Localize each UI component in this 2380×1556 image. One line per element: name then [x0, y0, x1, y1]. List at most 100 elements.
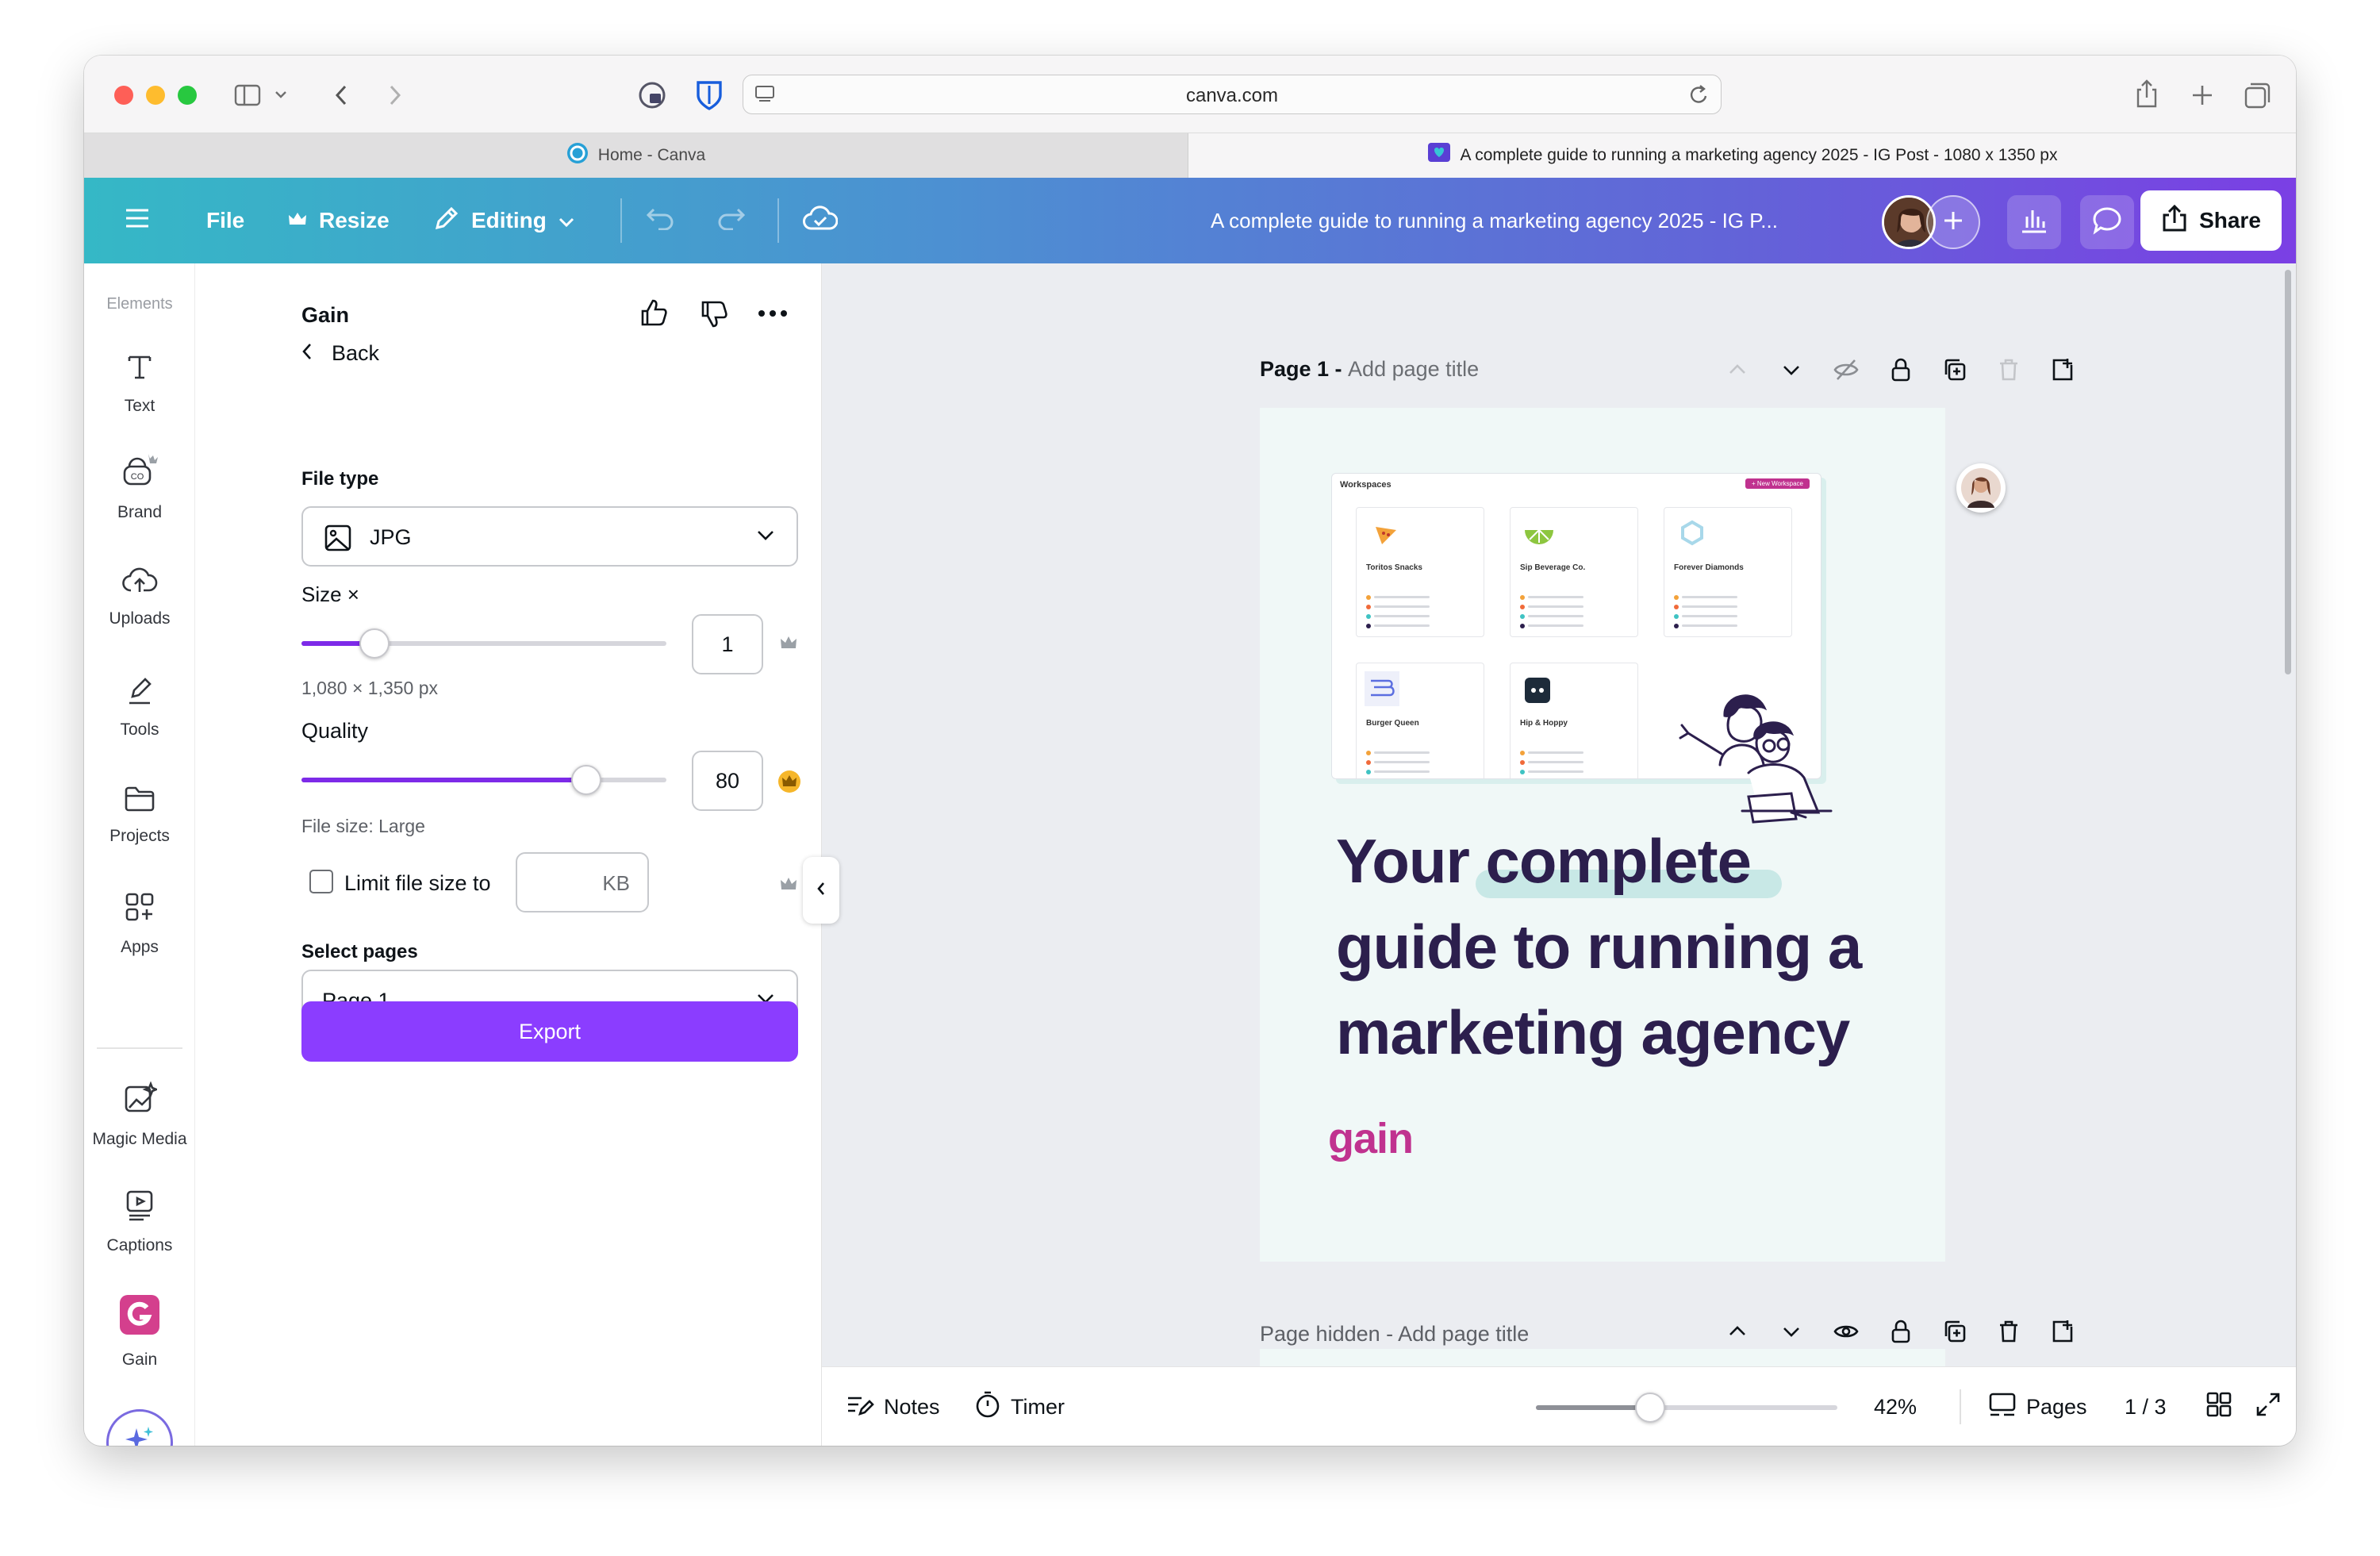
add-collaborator-button[interactable]: [1926, 195, 1980, 249]
privacy-report-icon[interactable]: [635, 78, 670, 113]
delete-page-icon[interactable]: [1996, 1319, 2021, 1348]
show-page-icon[interactable]: [1833, 1319, 1860, 1348]
page-counter[interactable]: 1 / 3: [2125, 1367, 2167, 1446]
chevron-up-icon[interactable]: [1725, 357, 1750, 386]
zoom-percentage[interactable]: 42%: [1874, 1367, 1917, 1446]
page1-title-placeholder[interactable]: Add page title: [1348, 357, 1479, 381]
zoom-slider[interactable]: [1536, 1393, 1837, 1423]
quality-slider-thumb[interactable]: [570, 765, 601, 795]
quality-slider[interactable]: [301, 765, 666, 795]
share-label: Share: [2199, 208, 2261, 232]
rail-item-apps[interactable]: Apps: [84, 890, 195, 957]
page2-header[interactable]: Page hidden - Add page title: [1260, 1322, 1529, 1347]
resize-button[interactable]: Resize: [287, 178, 390, 263]
pages-icon: [1988, 1391, 2017, 1423]
more-options-icon[interactable]: [757, 302, 789, 329]
undo-button[interactable]: [646, 178, 676, 263]
file-type-value: JPG: [370, 525, 412, 549]
new-tab-icon[interactable]: [2186, 79, 2218, 111]
duplicate-page-icon[interactable]: [1942, 357, 1967, 386]
rail-item-label: Apps: [121, 938, 159, 956]
collapse-panel-button[interactable]: [803, 857, 839, 924]
document-title[interactable]: A complete guide to running a marketing …: [1211, 178, 1778, 263]
rail-item-uploads[interactable]: Uploads: [84, 565, 195, 628]
workspace-card-title: Burger Queen: [1366, 719, 1419, 728]
rail-item-gain[interactable]: Gain: [84, 1293, 195, 1370]
chevron-left-icon: [301, 342, 313, 365]
lock-icon[interactable]: [1888, 1319, 1914, 1348]
insights-button[interactable]: [2007, 195, 2061, 249]
notes-label: Notes: [884, 1394, 940, 1419]
page-1-artboard[interactable]: Workspaces + New Workspace Toritos Snack…: [1260, 408, 1945, 1262]
collaborator-avatar[interactable]: [1956, 463, 2006, 513]
apps-grid-icon: [123, 890, 156, 928]
tab-design[interactable]: A complete guide to running a marketing …: [1188, 133, 2296, 178]
rail-item-text[interactable]: Text: [84, 351, 195, 416]
share-button[interactable]: Share: [2140, 190, 2282, 251]
comments-button[interactable]: [2080, 195, 2134, 249]
back-arrow-icon[interactable]: [327, 79, 355, 111]
pages-button[interactable]: Pages: [1988, 1367, 2087, 1446]
fullscreen-button[interactable]: [2255, 1367, 2282, 1446]
chevron-down-icon: [757, 530, 774, 545]
limit-unit: KB: [602, 871, 630, 895]
limit-file-size-input[interactable]: KB: [516, 852, 649, 912]
reload-icon[interactable]: [1689, 83, 1710, 109]
rail-item-brand[interactable]: CO Brand: [84, 451, 195, 522]
select-pages-label: Select pages: [301, 941, 418, 962]
chevron-up-icon[interactable]: [1725, 1319, 1750, 1348]
main-menu-button[interactable]: [124, 178, 151, 263]
rail-item-projects[interactable]: Projects: [84, 784, 195, 846]
back-button[interactable]: Back: [301, 341, 379, 366]
close-window-button[interactable]: [114, 86, 133, 105]
redo-button[interactable]: [716, 178, 746, 263]
quality-slider-fill: [301, 778, 586, 782]
address-bar[interactable]: canva.com: [743, 75, 1722, 114]
timer-button[interactable]: Timer: [974, 1367, 1065, 1446]
rail-item-tools[interactable]: Tools: [84, 673, 195, 740]
maximize-window-button[interactable]: [178, 86, 197, 105]
add-page-icon[interactable]: [2050, 357, 2075, 386]
notes-button[interactable]: Notes: [846, 1367, 940, 1446]
chevron-down-icon[interactable]: [1779, 1319, 1804, 1348]
rail-item-magic-media[interactable]: Magic Media: [84, 1081, 195, 1149]
lock-icon[interactable]: [1888, 357, 1914, 386]
add-page-icon[interactable]: [2050, 1319, 2075, 1348]
bottom-bar: Notes Timer 42% Pages 1 / 3: [822, 1366, 2296, 1446]
magic-assistant-button[interactable]: [106, 1409, 173, 1446]
file-type-dropdown[interactable]: JPG: [301, 506, 798, 567]
zoom-slider-thumb[interactable]: [1635, 1393, 1666, 1423]
canvas-scrollbar[interactable]: [2285, 270, 2291, 674]
hide-page-icon[interactable]: [1833, 357, 1860, 386]
limit-file-size-checkbox[interactable]: [309, 870, 333, 893]
share-sheet-icon[interactable]: [2131, 76, 2163, 111]
file-menu-button[interactable]: File: [206, 178, 244, 263]
bottom-divider: [1960, 1389, 1961, 1424]
tab-home-canva[interactable]: Home - Canva: [84, 133, 1188, 178]
crown-icon: [779, 876, 798, 896]
size-slider-thumb[interactable]: [359, 628, 390, 659]
sidebar-toggle-icon[interactable]: [232, 79, 263, 111]
tab-overview-icon[interactable]: [2240, 78, 2275, 113]
forward-arrow-icon[interactable]: [381, 79, 409, 111]
thumbs-up-icon[interactable]: [638, 297, 670, 332]
export-button[interactable]: Export: [301, 1001, 798, 1062]
thumbs-down-icon[interactable]: [698, 298, 730, 334]
grid-view-button[interactable]: [2205, 1367, 2232, 1446]
cloud-save-button[interactable]: [803, 178, 839, 263]
duplicate-page-icon[interactable]: [1942, 1319, 1967, 1348]
page1-header[interactable]: Page 1 - Add page title: [1260, 357, 1479, 382]
size-slider[interactable]: [301, 628, 666, 659]
chevron-down-icon[interactable]: [271, 83, 290, 106]
delete-page-icon[interactable]: [1996, 357, 2021, 386]
minimize-window-button[interactable]: [146, 86, 165, 105]
size-input[interactable]: 1: [692, 614, 763, 674]
rail-elements-header[interactable]: Elements: [84, 295, 195, 313]
chevron-down-icon[interactable]: [1779, 357, 1804, 386]
sparkle-icon: [122, 1423, 157, 1446]
editing-mode-button[interactable]: Editing: [433, 178, 575, 263]
bitwarden-shield-icon[interactable]: [692, 78, 727, 113]
quality-input[interactable]: 80: [692, 751, 763, 811]
size-label: Size ×: [301, 582, 359, 606]
rail-item-captions[interactable]: Captions: [84, 1189, 195, 1255]
